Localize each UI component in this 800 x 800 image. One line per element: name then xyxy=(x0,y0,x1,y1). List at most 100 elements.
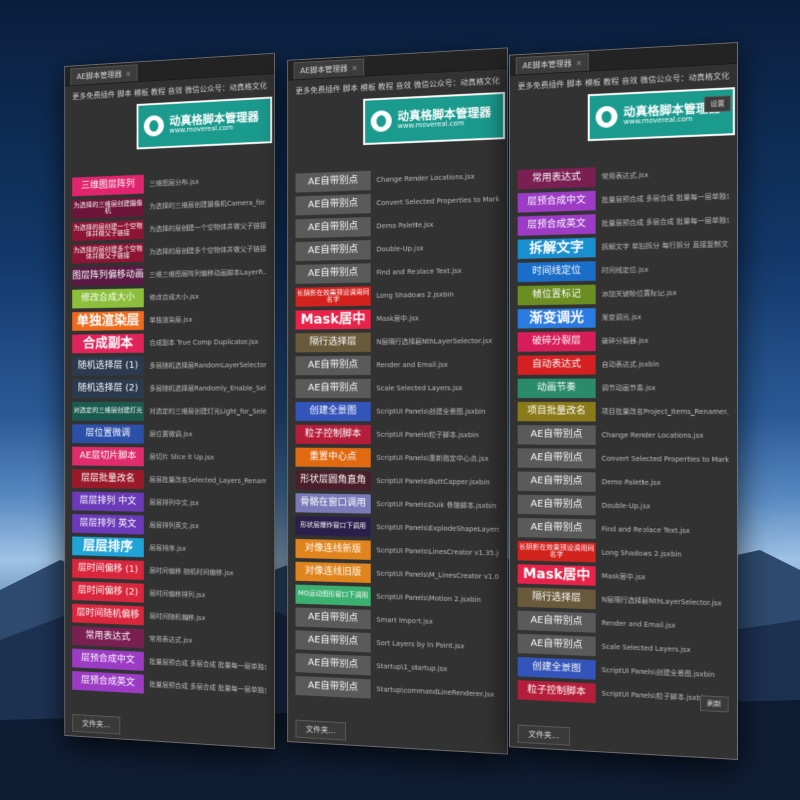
script-button[interactable]: 渐变调光 xyxy=(517,308,596,329)
script-button[interactable]: AE自带别点 xyxy=(517,517,596,539)
script-button[interactable]: 层预合成中文 xyxy=(517,190,596,213)
script-button[interactable]: 动画节奏 xyxy=(517,378,596,399)
script-button[interactable]: AE自带别点 xyxy=(295,630,371,653)
script-button[interactable]: 帧位置标记 xyxy=(517,284,596,306)
script-item: AE自带别点 Convert Selected Properties to Mar… xyxy=(517,447,729,471)
panel-tab-label: AE脚本管理器 xyxy=(76,69,122,82)
script-button[interactable]: 对像连线新版 xyxy=(295,538,371,560)
script-button[interactable]: AE自带别点 xyxy=(295,263,371,284)
close-icon[interactable]: × xyxy=(125,69,131,78)
script-filename: 时间线定位.jsx xyxy=(601,265,649,275)
folder-button[interactable]: 文件夹... xyxy=(295,719,346,741)
script-button[interactable]: AE自带别点 xyxy=(295,216,371,239)
script-button[interactable]: 层时间偏移 (1) xyxy=(72,558,144,580)
refresh-button[interactable]: 刷新 xyxy=(700,695,729,713)
script-item: 图层阵列偏移动画 三维三维图层阵列偏移动画脚本LayerR... xyxy=(72,262,266,287)
script-filename: 对选定的三维层创建灯光Light_for_Sele... xyxy=(149,407,267,416)
script-button[interactable]: AE自带别点 xyxy=(295,355,371,376)
script-button[interactable]: MG运动图形窗口下调用 xyxy=(295,584,371,607)
folder-button[interactable]: 文件夹... xyxy=(72,713,121,735)
script-button[interactable]: 层层排列 英文 xyxy=(72,514,144,535)
script-button[interactable]: 随机选择层 (1) xyxy=(72,356,144,376)
script-button[interactable]: 骨骼在窗口调用 xyxy=(295,493,371,514)
script-button[interactable]: AE自带别点 xyxy=(517,633,596,657)
script-button[interactable]: AE自带别点 xyxy=(295,378,371,399)
script-button[interactable]: Mask居中 xyxy=(295,309,371,330)
script-button[interactable]: 为选择的三维层创建摄像机 xyxy=(72,197,144,219)
script-button[interactable]: 常用表达式 xyxy=(517,167,596,190)
script-item: AE自带别点 Change Render Locations.jsx xyxy=(517,424,729,447)
script-button[interactable]: AE自带别点 xyxy=(517,494,596,516)
script-button[interactable]: 破碎分裂层 xyxy=(517,331,596,352)
script-button[interactable]: AE自带别点 xyxy=(295,193,371,216)
script-button[interactable]: 图层阵列偏移动画 xyxy=(72,265,144,287)
script-button[interactable]: 层预合成英文 xyxy=(517,214,596,236)
script-item: AE自带别点 Find and Replace Text.jsx xyxy=(295,259,500,285)
script-button[interactable]: 层预合成中文 xyxy=(72,648,144,671)
script-button[interactable]: 为选择的层创建多个空物体并做父子链接 xyxy=(72,242,144,264)
script-button[interactable]: 层时间偏移 (2) xyxy=(72,581,144,603)
script-button[interactable]: 形状层爆炸窗口下调用 xyxy=(295,516,371,537)
script-button[interactable]: 层预合成英文 xyxy=(72,670,144,694)
script-item: 长阴影在效果预设调用同名字 Long Shadows 2.jsxbin xyxy=(295,283,500,308)
script-filename: Change Render Locations.jsx xyxy=(601,431,704,440)
script-button[interactable]: AE自带别点 xyxy=(517,425,596,445)
script-button[interactable]: AE自带别点 xyxy=(295,653,371,676)
script-button[interactable]: 层层批量改名 xyxy=(72,469,144,490)
script-button[interactable]: 修改合成大小 xyxy=(72,288,144,309)
script-button[interactable]: 创建全景图 xyxy=(517,656,596,680)
script-button[interactable]: AE自带别点 xyxy=(295,170,371,193)
script-button[interactable]: AE自带别点 xyxy=(517,471,596,492)
script-button[interactable]: 粒子控制脚本 xyxy=(295,424,371,445)
script-manager-panel-2: AE脚本管理器 × 更多免费插件 脚本 模板 教程 音效 微信公众号：动真格文化… xyxy=(287,47,508,755)
script-filename: 层层批量改名Selected_Layers_Renamer... xyxy=(149,475,267,486)
script-button[interactable]: 长阴影在效果预设调用同名字 xyxy=(517,541,596,563)
script-filename: 层时间偏移排列.jsx xyxy=(149,589,206,600)
script-button[interactable]: 层时间随机偏移 xyxy=(72,603,144,626)
script-button[interactable]: AE自带别点 xyxy=(295,607,371,630)
script-button[interactable]: 三维图层阵列 xyxy=(72,174,144,197)
script-button[interactable]: 层位置微调 xyxy=(72,424,144,444)
brand-logo[interactable]: 动真格脚本管理器 www.movereal.com xyxy=(363,91,506,146)
script-filename: 拆解文字 单独拆分 每行拆分 直接复制文本内容.jsx xyxy=(601,239,729,252)
script-button[interactable]: 为选择的层创建一个空物体并做父子链接 xyxy=(72,220,144,242)
close-icon[interactable]: × xyxy=(576,58,583,67)
script-item: 渐变调光 渐变调光.jsx xyxy=(517,305,729,329)
script-button[interactable]: 单独渲染层 xyxy=(72,311,144,331)
script-button[interactable]: Mask居中 xyxy=(517,564,596,586)
script-button[interactable]: 创建全景图 xyxy=(295,401,371,422)
script-button[interactable]: 合成副本 xyxy=(72,333,144,354)
script-item: 层位置微调 层位置微调.jsx xyxy=(72,423,266,445)
script-button[interactable]: 长阴影在效果预设调用同名字 xyxy=(295,286,371,307)
script-button[interactable]: AE自带别点 xyxy=(517,610,596,633)
close-icon[interactable]: × xyxy=(351,64,357,73)
script-button[interactable]: AE自带别点 xyxy=(517,448,596,469)
brand-logo[interactable]: 动真格脚本管理器 www.movereal.com xyxy=(136,96,273,150)
settings-button[interactable]: 设置 xyxy=(704,95,731,113)
script-button[interactable]: 层层排序 xyxy=(72,536,144,558)
folder-button[interactable]: 文件夹... xyxy=(517,724,570,746)
script-button[interactable]: AE层切片脚本 xyxy=(72,446,144,467)
script-item: 时间线定位 时间线定位.jsx xyxy=(517,257,729,283)
script-button[interactable]: 形状层圆角直角 xyxy=(295,470,371,491)
script-item: Mask居中 Mask居中.jsx xyxy=(295,307,500,331)
script-button[interactable]: 对像连线旧版 xyxy=(295,561,371,584)
script-button[interactable]: 随机选择层 (2) xyxy=(72,379,144,399)
script-button[interactable]: 拆解文字 xyxy=(517,237,596,259)
script-button[interactable]: AE自带别点 xyxy=(295,240,371,262)
script-button[interactable]: 自动表达式 xyxy=(517,355,596,375)
script-item: 随机选择层 (1) 多层随机选择层RandomLayerSelector.jsx xyxy=(72,355,266,377)
script-button[interactable]: AE自带别点 xyxy=(295,675,371,699)
script-button[interactable]: 隔行选择层 xyxy=(295,332,371,353)
script-button[interactable]: 项目批量改名 xyxy=(517,401,596,422)
script-button[interactable]: 常用表达式 xyxy=(72,626,144,649)
script-manager-panel-3: AE脚本管理器 × 更多免费插件 脚本 模板 教程 音效 微信公众号：动真格文化… xyxy=(509,42,738,760)
script-button[interactable]: 时间线定位 xyxy=(517,261,596,283)
script-item: 形状层圆角直角 ScriptUI Panels\ButtCapper.jsxbin xyxy=(295,469,500,493)
script-button[interactable]: 隔行选择层 xyxy=(517,587,596,610)
script-button[interactable]: 对选定的三维层创建灯光 xyxy=(72,401,144,421)
script-button[interactable]: 层层排列 中文 xyxy=(72,491,144,512)
script-button[interactable]: 粒子控制脚本 xyxy=(517,680,596,704)
script-item: 层层排列 英文 层层排列英文.jsx xyxy=(72,513,266,538)
script-button[interactable]: 重置中心点 xyxy=(295,447,371,468)
